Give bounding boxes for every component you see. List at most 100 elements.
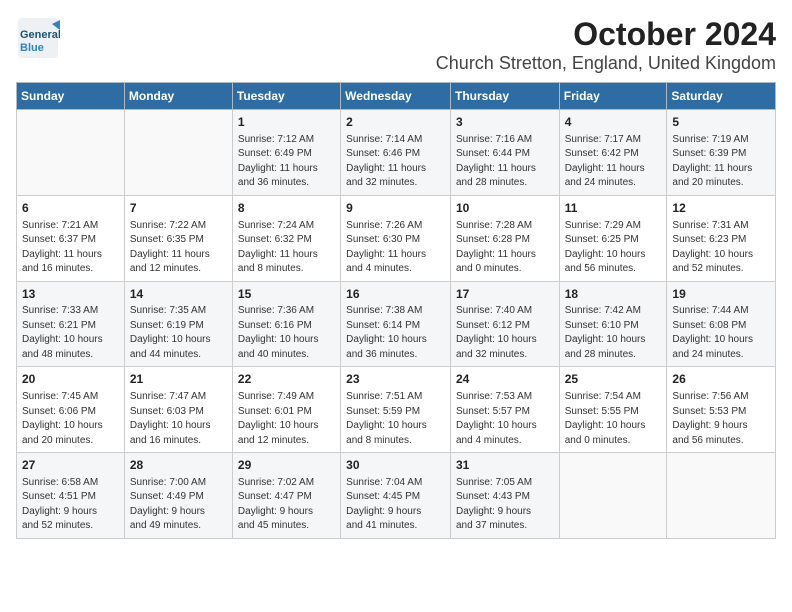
day-number: 4 xyxy=(565,114,662,131)
calendar-cell: 12Sunrise: 7:31 AM Sunset: 6:23 PM Dayli… xyxy=(667,195,776,281)
titles-right: October 2024 Church Stretton, England, U… xyxy=(436,16,776,74)
calendar-cell: 3 Sunrise: 7:16 AM Sunset: 6:44 PM Daylig… xyxy=(450,110,559,196)
calendar-cell: 5Sunrise: 7:19 AM Sunset: 6:39 PM Daylig… xyxy=(667,110,776,196)
week-row-2: 6Sunrise: 7:21 AM Sunset: 6:37 PM Daylig… xyxy=(17,195,776,281)
day-number: 16 xyxy=(346,286,445,303)
calendar-cell xyxy=(17,110,125,196)
day-number: 23 xyxy=(346,371,445,388)
cell-content: Sunrise: 7:00 AM Sunset: 4:49 PM Dayligh… xyxy=(130,476,227,534)
calendar-cell: 14Sunrise: 7:35 AM Sunset: 6:19 PM Dayli… xyxy=(124,281,232,367)
day-number: 10 xyxy=(456,200,554,217)
calendar-body: 1 Sunrise: 7:12 AM Sunset: 6:49 PM Daylig… xyxy=(17,110,776,539)
day-number: 12 xyxy=(672,200,770,217)
cell-content: Sunrise: 7:54 AM Sunset: 5:55 PM Dayligh… xyxy=(565,390,662,448)
cell-content: Sunrise: 7:33 AM Sunset: 6:21 PM Dayligh… xyxy=(22,304,119,362)
day-number: 31 xyxy=(456,457,554,474)
header-row: SundayMondayTuesdayWednesdayThursdayFrid… xyxy=(17,83,776,110)
week-row-3: 13Sunrise: 7:33 AM Sunset: 6:21 PM Dayli… xyxy=(17,281,776,367)
header-cell-sunday: Sunday xyxy=(17,83,125,110)
calendar-cell: 29 Sunrise: 7:02 AM Sunset: 4:47 PM Dayli… xyxy=(232,453,340,539)
calendar-cell: 13Sunrise: 7:33 AM Sunset: 6:21 PM Dayli… xyxy=(17,281,125,367)
day-number: 30 xyxy=(346,457,445,474)
header-cell-wednesday: Wednesday xyxy=(341,83,451,110)
cell-content: Sunrise: 7:16 AM Sunset: 6:44 PM Dayligh… xyxy=(456,133,554,191)
calendar-cell xyxy=(559,453,667,539)
cell-content: Sunrise: 7:45 AM Sunset: 6:06 PM Dayligh… xyxy=(22,390,119,448)
day-number: 14 xyxy=(130,286,227,303)
header-cell-tuesday: Tuesday xyxy=(232,83,340,110)
calendar-cell: 28 Sunrise: 7:00 AM Sunset: 4:49 PM Dayli… xyxy=(124,453,232,539)
calendar-cell: 24Sunrise: 7:53 AM Sunset: 5:57 PM Dayli… xyxy=(450,367,559,453)
calendar-cell: 22Sunrise: 7:49 AM Sunset: 6:01 PM Dayli… xyxy=(232,367,340,453)
calendar-cell: 16Sunrise: 7:38 AM Sunset: 6:14 PM Dayli… xyxy=(341,281,451,367)
calendar-table: SundayMondayTuesdayWednesdayThursdayFrid… xyxy=(16,82,776,539)
cell-content: Sunrise: 7:17 AM Sunset: 6:42 PM Dayligh… xyxy=(565,133,662,191)
day-number: 19 xyxy=(672,286,770,303)
cell-content: Sunrise: 7:42 AM Sunset: 6:10 PM Dayligh… xyxy=(565,304,662,362)
header: General Blue October 2024 Church Stretto… xyxy=(16,16,776,74)
calendar-cell: 7Sunrise: 7:22 AM Sunset: 6:35 PM Daylig… xyxy=(124,195,232,281)
cell-content: Sunrise: 7:24 AM Sunset: 6:32 PM Dayligh… xyxy=(238,219,335,277)
cell-content: Sunrise: 7:19 AM Sunset: 6:39 PM Dayligh… xyxy=(672,133,770,191)
calendar-cell: 4 Sunrise: 7:17 AM Sunset: 6:42 PM Daylig… xyxy=(559,110,667,196)
day-number: 22 xyxy=(238,371,335,388)
cell-content: Sunrise: 7:04 AM Sunset: 4:45 PM Dayligh… xyxy=(346,476,445,534)
cell-content: Sunrise: 7:35 AM Sunset: 6:19 PM Dayligh… xyxy=(130,304,227,362)
day-number: 28 xyxy=(130,457,227,474)
cell-content: Sunrise: 7:40 AM Sunset: 6:12 PM Dayligh… xyxy=(456,304,554,362)
day-number: 8 xyxy=(238,200,335,217)
calendar-cell: 20 Sunrise: 7:45 AM Sunset: 6:06 PM Dayli… xyxy=(17,367,125,453)
cell-content: Sunrise: 7:21 AM Sunset: 6:37 PM Dayligh… xyxy=(22,219,119,277)
calendar-cell: 15Sunrise: 7:36 AM Sunset: 6:16 PM Dayli… xyxy=(232,281,340,367)
calendar-cell: 17Sunrise: 7:40 AM Sunset: 6:12 PM Dayli… xyxy=(450,281,559,367)
day-number: 7 xyxy=(130,200,227,217)
calendar-cell: 10Sunrise: 7:28 AM Sunset: 6:28 PM Dayli… xyxy=(450,195,559,281)
calendar-cell: 18Sunrise: 7:42 AM Sunset: 6:10 PM Dayli… xyxy=(559,281,667,367)
svg-text:Blue: Blue xyxy=(20,42,44,54)
header-cell-monday: Monday xyxy=(124,83,232,110)
week-row-1: 1 Sunrise: 7:12 AM Sunset: 6:49 PM Daylig… xyxy=(17,110,776,196)
calendar-cell: 19Sunrise: 7:44 AM Sunset: 6:08 PM Dayli… xyxy=(667,281,776,367)
day-number: 20 xyxy=(22,371,119,388)
header-cell-thursday: Thursday xyxy=(450,83,559,110)
day-number: 11 xyxy=(565,200,662,217)
day-number: 1 xyxy=(238,114,335,131)
calendar-cell: 11 Sunrise: 7:29 AM Sunset: 6:25 PM Dayli… xyxy=(559,195,667,281)
day-number: 24 xyxy=(456,371,554,388)
cell-content: Sunrise: 6:58 AM Sunset: 4:51 PM Dayligh… xyxy=(22,476,119,534)
cell-content: Sunrise: 7:38 AM Sunset: 6:14 PM Dayligh… xyxy=(346,304,445,362)
cell-content: Sunrise: 7:02 AM Sunset: 4:47 PM Dayligh… xyxy=(238,476,335,534)
day-number: 3 xyxy=(456,114,554,131)
cell-content: Sunrise: 7:51 AM Sunset: 5:59 PM Dayligh… xyxy=(346,390,445,448)
calendar-cell: 9Sunrise: 7:26 AM Sunset: 6:30 PM Daylig… xyxy=(341,195,451,281)
calendar-cell: 1 Sunrise: 7:12 AM Sunset: 6:49 PM Daylig… xyxy=(232,110,340,196)
calendar-cell: 6Sunrise: 7:21 AM Sunset: 6:37 PM Daylig… xyxy=(17,195,125,281)
calendar-cell: 31Sunrise: 7:05 AM Sunset: 4:43 PM Dayli… xyxy=(450,453,559,539)
cell-content: Sunrise: 7:29 AM Sunset: 6:25 PM Dayligh… xyxy=(565,219,662,277)
calendar-cell: 26Sunrise: 7:56 AM Sunset: 5:53 PM Dayli… xyxy=(667,367,776,453)
cell-content: Sunrise: 7:44 AM Sunset: 6:08 PM Dayligh… xyxy=(672,304,770,362)
cell-content: Sunrise: 7:12 AM Sunset: 6:49 PM Dayligh… xyxy=(238,133,335,191)
day-number: 9 xyxy=(346,200,445,217)
day-number: 13 xyxy=(22,286,119,303)
location-title: Church Stretton, England, United Kingdom xyxy=(436,53,776,74)
cell-content: Sunrise: 7:14 AM Sunset: 6:46 PM Dayligh… xyxy=(346,133,445,191)
day-number: 21 xyxy=(130,371,227,388)
day-number: 17 xyxy=(456,286,554,303)
cell-content: Sunrise: 7:36 AM Sunset: 6:16 PM Dayligh… xyxy=(238,304,335,362)
calendar-cell: 8 Sunrise: 7:24 AM Sunset: 6:32 PM Daylig… xyxy=(232,195,340,281)
cell-content: Sunrise: 7:56 AM Sunset: 5:53 PM Dayligh… xyxy=(672,390,770,448)
month-title: October 2024 xyxy=(436,16,776,53)
calendar-cell: 27Sunrise: 6:58 AM Sunset: 4:51 PM Dayli… xyxy=(17,453,125,539)
day-number: 2 xyxy=(346,114,445,131)
calendar-header: SundayMondayTuesdayWednesdayThursdayFrid… xyxy=(17,83,776,110)
calendar-cell xyxy=(667,453,776,539)
header-cell-friday: Friday xyxy=(559,83,667,110)
day-number: 18 xyxy=(565,286,662,303)
week-row-4: 20 Sunrise: 7:45 AM Sunset: 6:06 PM Dayli… xyxy=(17,367,776,453)
week-row-5: 27Sunrise: 6:58 AM Sunset: 4:51 PM Dayli… xyxy=(17,453,776,539)
day-number: 29 xyxy=(238,457,335,474)
logo-icon: General Blue xyxy=(16,16,60,60)
header-cell-saturday: Saturday xyxy=(667,83,776,110)
calendar-cell: 2 Sunrise: 7:14 AM Sunset: 6:46 PM Daylig… xyxy=(341,110,451,196)
